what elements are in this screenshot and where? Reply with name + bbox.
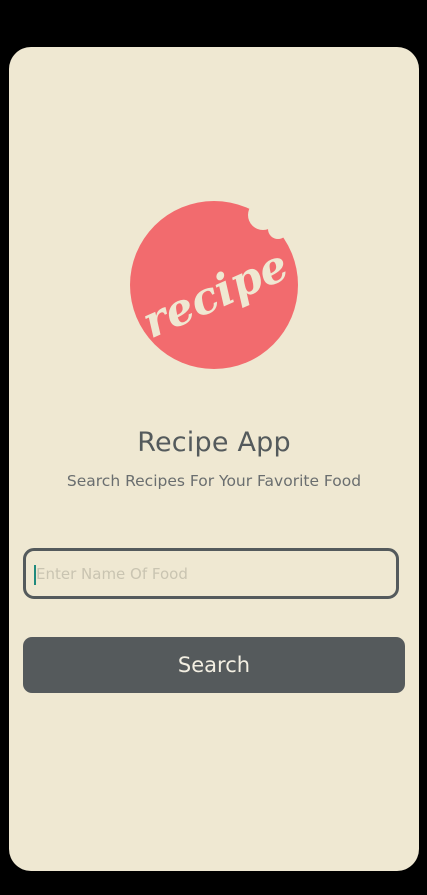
recipe-logo-icon: recipe <box>130 200 298 369</box>
phone-frame: recipe Recipe App Search Recipes For You… <box>0 0 427 895</box>
page-title: Recipe App <box>137 427 291 458</box>
recipe-logo: recipe <box>128 199 300 371</box>
food-search-input[interactable] <box>23 548 399 599</box>
app-screen: recipe Recipe App Search Recipes For You… <box>9 47 419 871</box>
page-subtitle: Search Recipes For Your Favorite Food <box>66 472 362 490</box>
text-caret <box>34 565 36 585</box>
search-button[interactable]: Search <box>23 637 405 693</box>
